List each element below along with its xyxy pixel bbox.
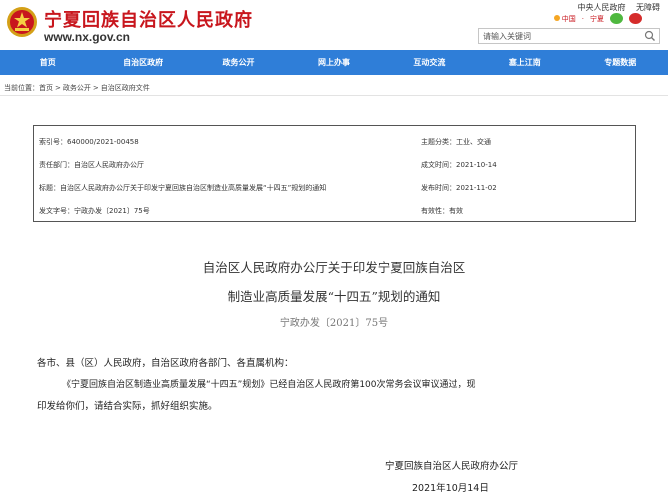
document-signature: 宁夏回族自治区人民政府办公厅 xyxy=(385,461,519,472)
link-central-government[interactable]: 中央人民政府 xyxy=(577,3,625,12)
search-input[interactable] xyxy=(479,29,639,43)
document-title-line2: 制造业高质量发展“十四五”规划的通知 xyxy=(227,289,441,304)
header-divider xyxy=(0,95,668,96)
document-date: 2021年10月14日 xyxy=(412,483,489,494)
link-accessibility[interactable]: 无障碍 xyxy=(636,3,660,12)
lang-separator: · xyxy=(581,14,584,23)
breadcrumb-open-government[interactable]: 政务公开 xyxy=(63,84,91,92)
meta-validity: 有效性：有效 xyxy=(421,207,463,215)
region-link[interactable]: 宁夏 xyxy=(590,14,604,24)
weibo-icon[interactable] xyxy=(629,13,642,24)
lang-link[interactable]: 中国 xyxy=(553,14,576,24)
national-emblem-icon[interactable] xyxy=(6,6,38,38)
nav-home[interactable]: 首页 xyxy=(0,50,95,75)
breadcrumb-prefix: 当前位置： xyxy=(4,84,39,92)
language-social-row: 中国 · 宁夏 xyxy=(553,13,642,24)
document-title-line1: 自治区人民政府办公厅关于印发宁夏回族自治区 xyxy=(202,260,466,275)
site-url: www.nx.gov.cn xyxy=(44,30,131,44)
globe-icon xyxy=(553,14,560,21)
meta-subject-category: 主题分类：工业、交通 xyxy=(421,138,491,146)
nav-saishang-jiangnan[interactable]: 塞上江南 xyxy=(477,50,572,75)
meta-index-number: 索引号：640000/2021-00458 xyxy=(39,138,139,146)
nav-interaction[interactable]: 互动交流 xyxy=(382,50,477,75)
breadcrumb-sep: > xyxy=(92,84,99,92)
document-number: 宁政办发〔2021〕75号 xyxy=(279,318,389,329)
breadcrumb-government-documents[interactable]: 自治区政府文件 xyxy=(101,84,150,92)
breadcrumb-sep: > xyxy=(55,84,61,92)
document-salutation: 各市、县（区）人民政府，自治区政府各部门、各直属机构： xyxy=(37,358,294,369)
nav-topic-data[interactable]: 专题数据 xyxy=(573,50,668,75)
meta-row: 标题：自治区人民政府办公厅关于印发宁夏回族自治区制造业高质量发展“十四五”规划的… xyxy=(34,175,635,197)
breadcrumb: 当前位置：首页 > 政务公开 > 自治区政府文件 xyxy=(4,83,150,93)
meta-responsible-department: 责任部门：自治区人民政府办公厅 xyxy=(39,161,144,169)
site-header: 宁夏回族自治区人民政府 www.nx.gov.cn 中央人民政府 无障碍 中国 … xyxy=(0,0,668,50)
document-metadata-box: 索引号：640000/2021-00458 主题分类：工业、交通 责任部门：自治… xyxy=(33,125,636,222)
document-body-line1: 《宁夏回族自治区制造业高质量发展“十四五”规划》已经自治区人民政府第100次常务… xyxy=(62,380,476,390)
search-box xyxy=(478,28,660,44)
meta-row: 索引号：640000/2021-00458 主题分类：工业、交通 xyxy=(34,129,635,151)
breadcrumb-home[interactable]: 首页 xyxy=(39,84,53,92)
meta-publish-date: 发布时间：2021-11-02 xyxy=(421,184,497,192)
meta-title: 标题：自治区人民政府办公厅关于印发宁夏回族自治区制造业高质量发展“十四五”规划的… xyxy=(39,184,327,192)
lang-label: 中国 xyxy=(561,14,576,23)
meta-written-date: 成文时间：2021-10-14 xyxy=(421,161,497,169)
meta-row: 责任部门：自治区人民政府办公厅 成文时间：2021-10-14 xyxy=(34,152,635,174)
top-links: 中央人民政府 无障碍 xyxy=(569,2,660,13)
meta-row: 发文字号：宁政办发〔2021〕75号 有效性：有效 xyxy=(34,198,635,220)
nav-government[interactable]: 自治区政府 xyxy=(95,50,190,75)
site-title[interactable]: 宁夏回族自治区人民政府 xyxy=(44,6,253,32)
main-nav: 首页 自治区政府 政务公开 网上办事 互动交流 塞上江南 专题数据 xyxy=(0,50,668,75)
nav-open-government[interactable]: 政务公开 xyxy=(191,50,286,75)
search-icon[interactable] xyxy=(643,30,657,42)
document-body-line2: 印发给你们，请结合实际，抓好组织实施。 xyxy=(37,401,218,412)
meta-document-number: 发文字号：宁政办发〔2021〕75号 xyxy=(39,207,150,215)
nav-online-services[interactable]: 网上办事 xyxy=(286,50,381,75)
wechat-icon[interactable] xyxy=(610,13,623,24)
